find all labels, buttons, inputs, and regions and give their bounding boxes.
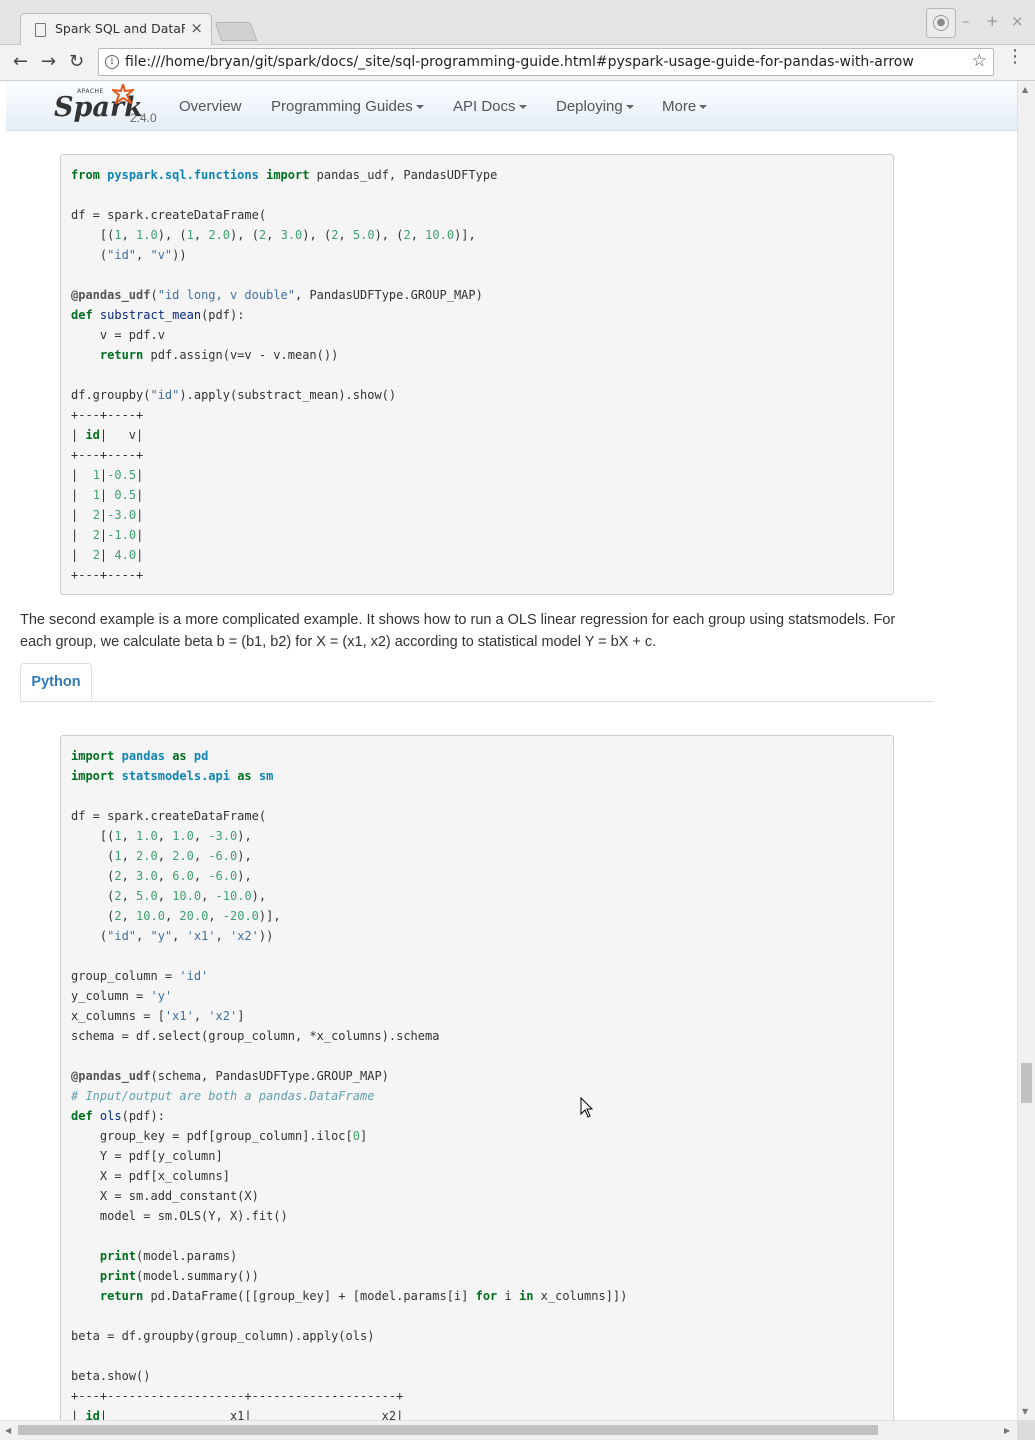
address-bar[interactable]: i file:///home/bryan/git/spark/docs/_sit…: [98, 48, 994, 76]
minimize-icon[interactable]: –: [962, 12, 970, 30]
code-line: df.groupby("id").apply(substract_mean).s…: [71, 388, 397, 402]
code-line: | id| v|: [71, 428, 144, 442]
scroll-down-icon[interactable]: ▼: [1022, 1407, 1028, 1416]
new-tab-button[interactable]: [214, 22, 258, 41]
code-line: | 2| 4.0|: [71, 548, 144, 562]
code-line: # Input/output are both a pandas.DataFra…: [71, 1089, 375, 1103]
vertical-scrollbar[interactable]: ▲ ▼: [1017, 81, 1035, 1420]
scroll-right-icon[interactable]: ▶: [1004, 1426, 1010, 1435]
forward-icon[interactable]: →: [41, 51, 56, 72]
spark-logo[interactable]: APACHE Spark 2.4.0: [52, 83, 192, 129]
code-line: | 1|-0.5|: [71, 468, 144, 482]
horizontal-scrollbar[interactable]: ◀ ▶: [0, 1420, 1017, 1440]
browser-menu-icon[interactable]: ⋮: [1006, 48, 1024, 66]
code-line: ("id", "v")): [71, 248, 187, 262]
code-line: @pandas_udf("id long, v double", PandasU…: [71, 288, 483, 302]
horizontal-scroll-thumb[interactable]: [18, 1425, 878, 1435]
code-line: (2, 5.0, 10.0, -10.0),: [71, 889, 267, 903]
code-line: df = spark.createDataFrame(: [71, 809, 267, 823]
caret-down-icon: [518, 105, 527, 110]
code-line: (1, 2.0, 2.0, -6.0),: [71, 849, 252, 863]
code-line: x_columns = ['x1', 'x2']: [71, 1009, 245, 1023]
code-line: group_key = pdf[group_column].iloc[0]: [71, 1129, 368, 1143]
nav-programming-guides-label: Programming Guides: [271, 98, 413, 115]
code-line: group_column = 'id': [71, 969, 209, 983]
nav-more[interactable]: More: [662, 98, 708, 115]
code-line: df = spark.createDataFrame(: [71, 208, 267, 222]
mouse-cursor-icon: [580, 1097, 594, 1118]
scrollbar-corner: [1017, 1420, 1035, 1440]
tab-title: Spark SQL and DataFrames: [55, 21, 185, 36]
code-line: @pandas_udf(schema, PandasUDFType.GROUP_…: [71, 1069, 389, 1083]
code-line: from pyspark.sql.functions import pandas…: [71, 168, 498, 182]
back-icon[interactable]: ←: [13, 51, 28, 72]
code-line: beta.show(): [71, 1369, 151, 1383]
code-line: print(model.summary()): [99, 1269, 259, 1283]
code-block-ols: import pandas as pd import statsmodels.ap…: [60, 735, 894, 1420]
description-paragraph: The second example is a more complicated…: [20, 612, 896, 650]
nav-api-docs-label: API Docs: [453, 98, 516, 115]
maximize-icon[interactable]: +: [986, 12, 999, 30]
code-line: schema = df.select(group_column, *x_colu…: [71, 1029, 440, 1043]
version-label: 2.4.0: [130, 111, 157, 125]
url-text[interactable]: file:///home/bryan/git/spark/docs/_site/…: [125, 54, 914, 70]
close-tab-icon[interactable]: ×: [190, 19, 203, 37]
browser-titlebar: Spark SQL and DataFrames × ● – + ×: [0, 0, 1035, 46]
code-line: +---+-------------------+---------------…: [71, 1389, 404, 1403]
nav-deploying-label: Deploying: [556, 98, 623, 115]
language-tabs: Python: [20, 663, 934, 702]
browser-toolbar: ← → ↻ i file:///home/bryan/git/spark/doc…: [0, 45, 1035, 81]
code-line: | 1| 0.5|: [71, 488, 144, 502]
nav-overview[interactable]: Overview: [179, 98, 242, 115]
caret-down-icon: [625, 105, 634, 110]
code-line: ("id", "y", 'x1', 'x2')): [71, 929, 274, 943]
code-line: model = sm.OLS(Y, X).fit(): [71, 1209, 288, 1223]
code-line: +---+----+: [71, 568, 144, 582]
code-line: [(1, 1.0, 1.0, -3.0),: [71, 829, 252, 843]
code-line: import statsmodels.api as sm: [71, 769, 274, 783]
profile-button[interactable]: ●: [926, 8, 956, 38]
code-line: +---+----+: [71, 408, 144, 422]
nav-deploying[interactable]: Deploying: [556, 98, 634, 115]
code-line: X = pdf[x_columns]: [71, 1169, 230, 1183]
site-navbar: APACHE Spark 2.4.0 Overview Programming …: [6, 81, 1017, 131]
code-line: [(1, 1.0), (1, 2.0), (2, 3.0), (2, 5.0),…: [71, 228, 476, 242]
vertical-scroll-thumb[interactable]: [1021, 1063, 1032, 1103]
code-line: y_column = 'y': [71, 989, 173, 1003]
person-icon: ●: [933, 15, 949, 31]
scroll-up-icon[interactable]: ▲: [1022, 85, 1028, 94]
code-line: | id| x1| x2|: [71, 1409, 404, 1420]
bookmark-star-icon[interactable]: ☆: [972, 51, 987, 71]
code-line: +---+----+: [71, 448, 144, 462]
code-line: def substract_mean(pdf):: [71, 308, 245, 322]
caret-down-icon: [415, 105, 424, 110]
code-line: beta = df.groupby(group_column).apply(ol…: [71, 1329, 375, 1343]
reload-icon[interactable]: ↻: [69, 51, 84, 72]
code-line: v = pdf.v: [71, 328, 165, 342]
nav-api-docs[interactable]: API Docs: [453, 98, 527, 115]
code-line: Y = pdf[y_column]: [71, 1149, 223, 1163]
code-block-subtract-mean: from pyspark.sql.functions import pandas…: [60, 154, 894, 595]
code-line: X = sm.add_constant(X): [71, 1189, 259, 1203]
tab-python[interactable]: Python: [20, 663, 92, 701]
browser-tab[interactable]: Spark SQL and DataFrames ×: [20, 13, 212, 46]
scroll-left-icon[interactable]: ◀: [5, 1426, 11, 1435]
code-line: (2, 3.0, 6.0, -6.0),: [71, 869, 252, 883]
info-icon[interactable]: i: [105, 55, 119, 69]
nav-more-label: More: [662, 98, 697, 115]
code-line: def ols(pdf):: [71, 1109, 165, 1123]
document-icon: [35, 23, 46, 37]
code-line: | 2|-3.0|: [71, 508, 144, 522]
code-line: | 2|-1.0|: [71, 528, 144, 542]
nav-programming-guides[interactable]: Programming Guides: [271, 98, 424, 115]
spark-star-icon: [112, 84, 134, 104]
code-line: return pd.DataFrame([[group_key] + [mode…: [99, 1289, 628, 1303]
page-viewport: APACHE Spark 2.4.0 Overview Programming …: [0, 81, 1017, 1420]
caret-down-icon: [699, 105, 708, 110]
code-line: return pdf.assign(v=v - v.mean()): [99, 348, 339, 362]
code-line: (2, 10.0, 20.0, -20.0)],: [71, 909, 281, 923]
code-line: import pandas as pd: [71, 749, 209, 763]
close-window-icon[interactable]: ×: [1011, 12, 1024, 30]
code-line: print(model.params): [99, 1249, 238, 1263]
